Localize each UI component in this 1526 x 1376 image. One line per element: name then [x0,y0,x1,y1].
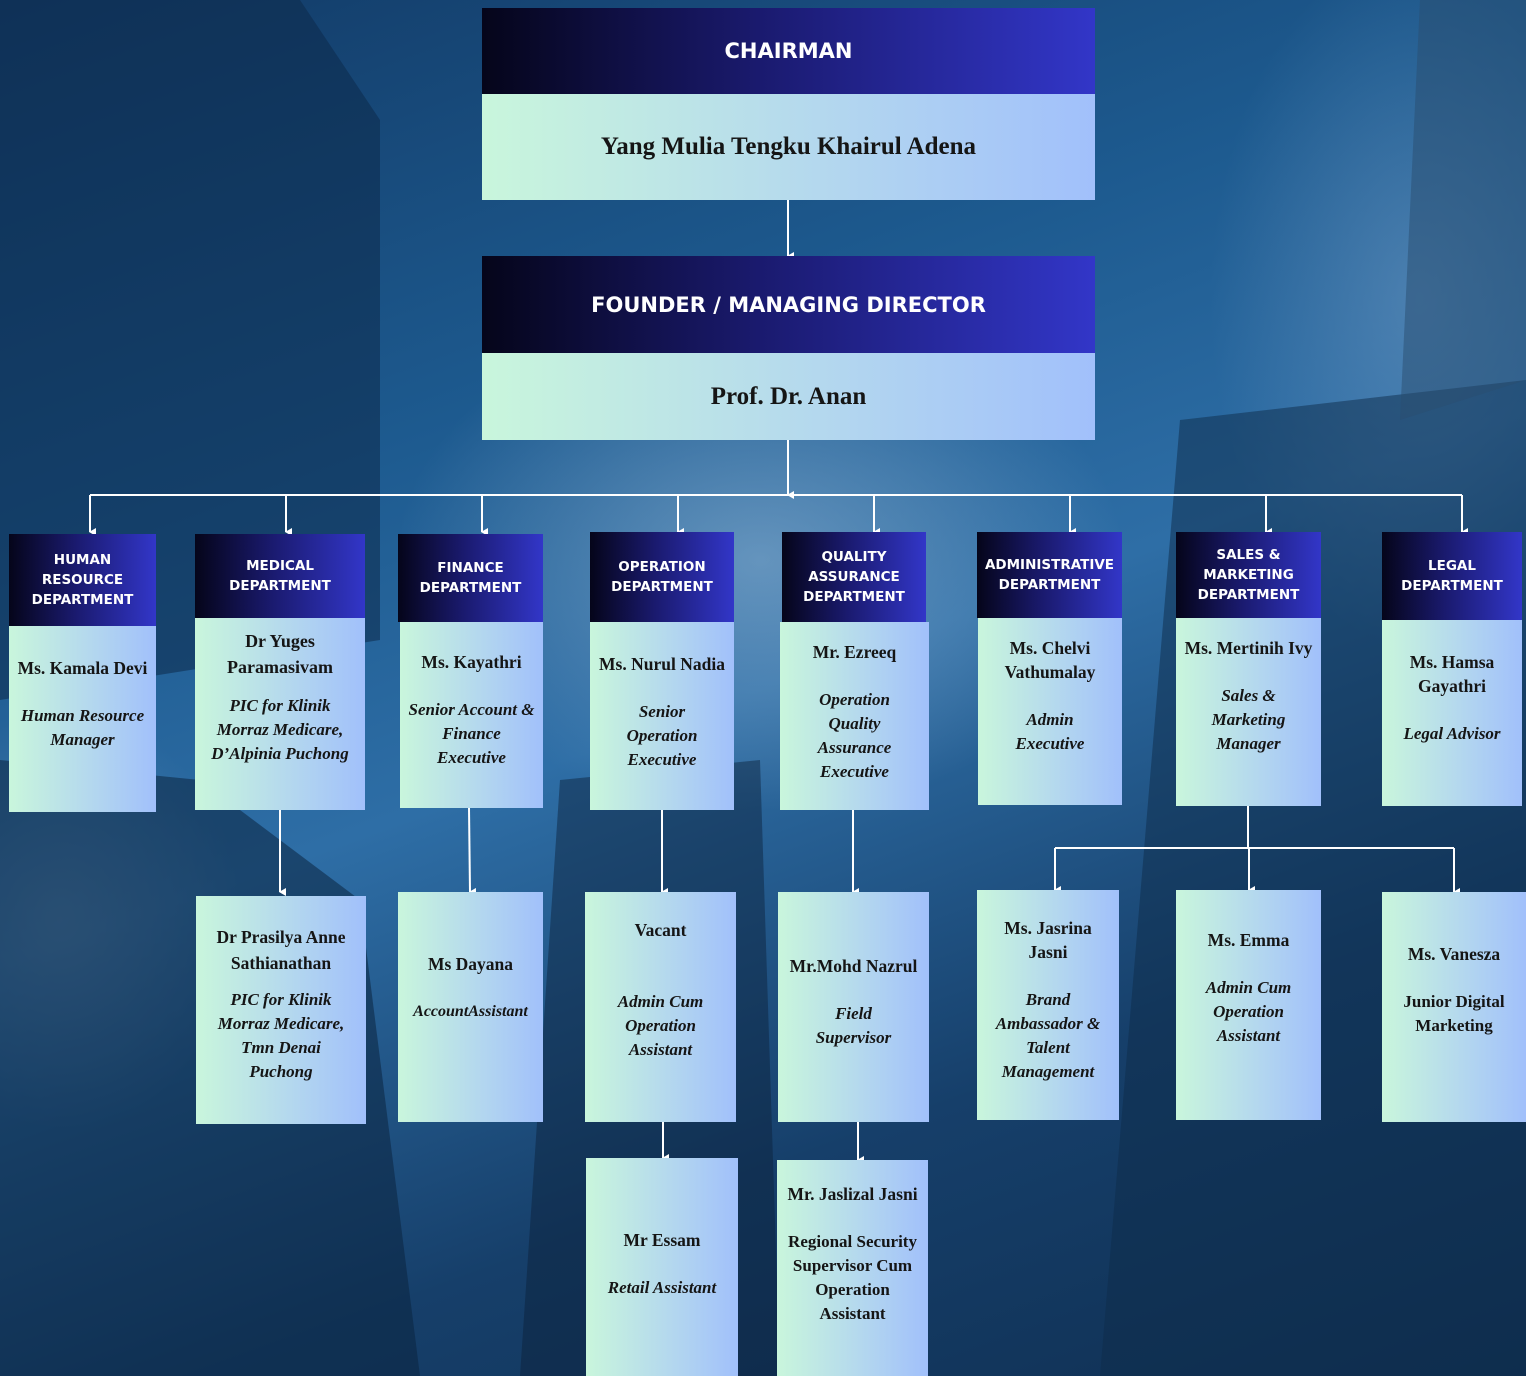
card-operation-staff-1: Vacant Admin Cum Operation Assistant [585,892,736,1122]
chairman-title: CHAIRMAN [482,8,1095,94]
dept-header-finance: FINANCE DEPARTMENT [398,534,543,622]
person-role: Human Resource Manager [20,706,145,749]
dept-header-medical: MEDICAL DEPARTMENT [195,534,365,618]
person-name: Ms. Kayathri [421,652,522,672]
director-title: FOUNDER / MANAGING DIRECTOR [482,256,1095,353]
card-hr-head: Ms. Kamala Devi Human Resource Manager [9,626,156,812]
person-role: Junior Digital Marketing [1403,992,1505,1035]
person-role: Regional Security Supervisor Cum Operati… [788,1232,917,1323]
card-finance-head: Ms. Kayathri Senior Account & Finance Ex… [400,622,543,808]
person-role: AccountAssistant [413,1003,528,1020]
person-role: Retail Assistant [607,1278,717,1297]
card-sales-head: Ms. Mertinih Ivy Sales & Marketing Manag… [1176,618,1321,806]
card-quality-head: Mr. Ezreeq Operation Quality Assurance E… [780,622,929,810]
director-name-box: Prof. Dr. Anan [482,353,1095,440]
person-name: Ms. Emma [1207,930,1290,950]
person-name: Mr.Mohd Nazrul [789,956,918,976]
card-legal-head: Ms. Hamsa Gayathri Legal Advisor [1382,620,1522,806]
dept-header-hr: HUMAN RESOURCE DEPARTMENT [9,534,156,626]
card-sales-staff-1: Ms. Jasrina Jasni Brand Ambassador & Tal… [977,890,1119,1120]
card-operation-head: Ms. Nurul Nadia Senior Operation Executi… [590,622,734,810]
person-role: Admin Executive [1015,710,1085,753]
dept-header-operation: OPERATION DEPARTMENT [590,532,734,622]
person-name: Vacant [634,920,687,940]
card-finance-staff-1: Ms Dayana AccountAssistant [398,892,543,1122]
card-quality-staff-2: Mr. Jaslizal Jasni Regional Security Sup… [777,1160,928,1376]
person-role: Field Supervisor [815,1004,892,1047]
person-name: Dr Prasilya Anne Sathianathan [216,927,346,973]
person-role: Senior Account & Finance Executive [408,700,535,767]
dept-header-quality: QUALITY ASSURANCE DEPARTMENT [782,532,926,622]
person-role: Admin Cum Operation Assistant [1205,978,1292,1045]
person-name: Ms. Vanesza [1407,944,1501,964]
person-role: PIC for Klinik Morraz Medicare, Tmn Dena… [217,990,345,1081]
person-name: Mr. Jaslizal Jasni [787,1184,918,1204]
dept-header-legal: LEGAL DEPARTMENT [1382,532,1522,620]
person-name: Ms Dayana [427,954,514,974]
person-role: PIC for Klinik Morraz Medicare, D’Alpini… [211,696,349,763]
card-sales-staff-2: Ms. Emma Admin Cum Operation Assistant [1176,890,1321,1120]
card-admin-head: Ms. Chelvi Vathumalay Admin Executive [978,618,1122,805]
person-role: Admin Cum Operation Assistant [617,992,704,1059]
director-name: Prof. Dr. Anan [710,382,867,410]
chairman-name-box: Yang Mulia Tengku Khairul Adena [482,94,1095,200]
card-medical-staff-1: Dr Prasilya Anne Sathianathan PIC for Kl… [196,896,366,1124]
person-name: Ms. Kamala Devi [17,658,148,678]
person-name: Mr. Ezreeq [812,642,897,662]
chairman-name: Yang Mulia Tengku Khairul Adena [600,133,977,160]
card-medical-head: Dr Yuges Paramasivam PIC for Klinik Morr… [195,618,365,810]
card-operation-staff-2: Mr Essam Retail Assistant [586,1158,738,1376]
person-role: Senior Operation Executive [626,702,698,769]
person-role: Brand Ambassador & Talent Management [995,990,1101,1081]
person-role: Legal Advisor [1403,724,1501,743]
card-sales-staff-3: Ms. Vanesza Junior Digital Marketing [1382,892,1526,1122]
person-name: Ms. Hamsa Gayathri [1409,652,1495,696]
person-role: Operation Quality Assurance Executive [817,690,892,781]
dept-header-admin: ADMINISTRATIVE DEPARTMENT [977,532,1122,618]
dept-header-sales: SALES & MARKETING DEPARTMENT [1176,532,1321,618]
person-name: Dr Yuges Paramasivam [227,631,333,677]
person-name: Ms. Nurul Nadia [599,654,725,674]
person-name: Ms. Chelvi Vathumalay [1004,638,1096,682]
card-quality-staff-1: Mr.Mohd Nazrul Field Supervisor [778,892,929,1122]
person-name: Ms. Jasrina Jasni [1004,918,1092,962]
person-name: Mr Essam [623,1230,701,1250]
person-role: Sales & Marketing Manager [1211,686,1286,753]
person-name: Ms. Mertinih Ivy [1184,638,1313,658]
